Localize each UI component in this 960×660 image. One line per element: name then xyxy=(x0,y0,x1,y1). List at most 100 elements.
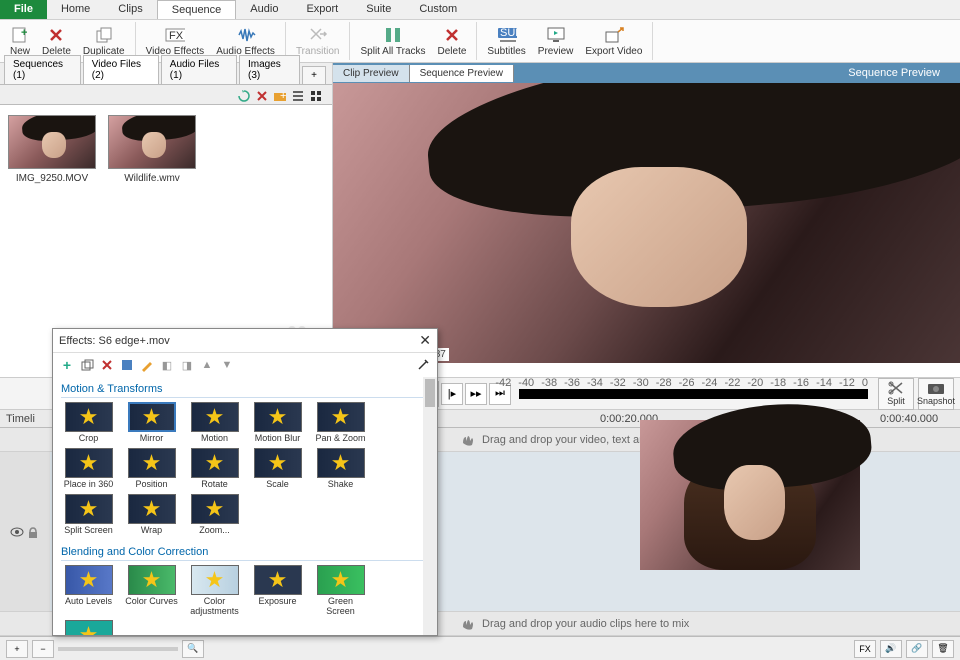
tab-add[interactable]: + xyxy=(302,66,326,84)
fx-toggle[interactable]: FX xyxy=(854,640,876,658)
trash-icon[interactable]: 🗑 xyxy=(932,640,954,658)
tab-sequence-preview[interactable]: Sequence Preview xyxy=(410,65,514,82)
remove-track-button[interactable]: − xyxy=(32,640,54,658)
effect-label: Pan & Zoom xyxy=(315,434,365,444)
star-icon: ★ xyxy=(205,450,225,476)
add-effect-icon[interactable]: + xyxy=(59,357,75,373)
effect-pan-zoom[interactable]: ★Pan & Zoom xyxy=(313,402,368,444)
zoom-slider[interactable] xyxy=(58,647,178,651)
effect-wrap[interactable]: ★Wrap xyxy=(124,494,179,536)
add-folder-icon[interactable]: + xyxy=(272,88,288,104)
effect-label: Mirror xyxy=(140,434,164,444)
tab-video-files[interactable]: Video Files (2) xyxy=(83,55,159,84)
effect-scale[interactable]: ★Scale xyxy=(250,448,305,490)
media-thumb[interactable]: IMG_9250.MOV xyxy=(8,115,96,184)
disabled-icon: ◧ xyxy=(159,357,175,373)
preview-canvas[interactable] xyxy=(333,83,960,363)
effect-crop[interactable]: ★Crop xyxy=(61,402,116,444)
menu-audio[interactable]: Audio xyxy=(236,0,292,19)
split-tool[interactable]: Split xyxy=(878,378,914,410)
refresh-icon[interactable] xyxy=(236,88,252,104)
effect-position[interactable]: ★Position xyxy=(124,448,179,490)
edit-effect-icon[interactable] xyxy=(139,357,155,373)
close-icon[interactable]: ✕ xyxy=(419,332,431,349)
menu-custom[interactable]: Custom xyxy=(405,0,471,19)
effects-grid-motion: ★Crop★Mirror★Motion★Motion Blur★Pan & Zo… xyxy=(61,402,429,536)
effect-color-adjustments[interactable]: ★Color adjustments xyxy=(187,565,242,617)
effect-mirror[interactable]: ★Mirror xyxy=(124,402,179,444)
tab-audio-files[interactable]: Audio Files (1) xyxy=(161,55,237,84)
hand-icon xyxy=(460,617,476,631)
menu-export[interactable]: Export xyxy=(292,0,352,19)
svg-text:+: + xyxy=(280,90,286,102)
down-icon[interactable]: ▼ xyxy=(219,357,235,373)
tab-images[interactable]: Images (3) xyxy=(239,55,300,84)
eye-icon[interactable] xyxy=(10,525,24,539)
effect-thumb: ★ xyxy=(191,448,239,478)
menu-suite[interactable]: Suite xyxy=(352,0,405,19)
effect-rotate[interactable]: ★ Rotate xyxy=(187,448,242,490)
effects-title-bar[interactable]: Effects: S6 edge+.mov ✕ xyxy=(53,329,437,353)
wand-icon[interactable] xyxy=(415,357,431,373)
effect-thumb: ★ xyxy=(65,565,113,595)
effect-motion-blur[interactable]: ★ Motion Blur xyxy=(250,402,305,444)
track-head[interactable] xyxy=(0,452,50,611)
next-frame-button[interactable]: ▸▸ xyxy=(465,383,487,405)
scrollbar[interactable] xyxy=(423,377,437,635)
effect-exposure[interactable]: ★Exposure xyxy=(250,565,305,617)
menu-file[interactable]: File xyxy=(0,0,47,19)
audio-fx-icon xyxy=(236,25,256,45)
effect-place-in-360[interactable]: ★ Place in 360 xyxy=(61,448,116,490)
menu-sequence[interactable]: Sequence xyxy=(157,0,237,19)
delete-effect-icon[interactable] xyxy=(99,357,115,373)
effect-split-screen[interactable]: ★Split Screen xyxy=(61,494,116,536)
zoom-btn[interactable]: 🔍 xyxy=(182,640,204,658)
plus-icon: + xyxy=(10,25,30,45)
media-pane: Sequences (1) Video Files (2) Audio File… xyxy=(0,63,333,363)
effect-shake[interactable]: ★ Shake xyxy=(313,448,368,490)
add-track-button[interactable]: + xyxy=(6,640,28,658)
snapshot-tool[interactable]: Snapshot xyxy=(918,378,954,410)
grid-icon[interactable] xyxy=(308,88,324,104)
menu-clips[interactable]: Clips xyxy=(104,0,156,19)
effect-green-screen[interactable]: ★Green Screen xyxy=(313,565,368,617)
up-icon[interactable]: ▲ xyxy=(199,357,215,373)
transition-icon xyxy=(308,25,328,45)
effect-motion[interactable]: ★Motion xyxy=(187,402,242,444)
effect-label: Exposure xyxy=(258,597,296,607)
list-icon[interactable] xyxy=(290,88,306,104)
speaker-icon[interactable]: 🔊 xyxy=(880,640,902,658)
split-all-button[interactable]: Split All Tracks xyxy=(354,22,431,60)
effect-thumb: ★ xyxy=(254,402,302,432)
effect-zoom-[interactable]: ★Zoom... xyxy=(187,494,242,536)
step-fwd-button[interactable]: |▸ xyxy=(441,383,463,405)
remove-icon[interactable] xyxy=(254,88,270,104)
media-toolbar: + xyxy=(0,85,332,105)
effect-thumb: ★ xyxy=(191,494,239,524)
delete2-button[interactable]: Delete xyxy=(432,22,473,60)
save-effect-icon[interactable] xyxy=(119,357,135,373)
timeline-clip[interactable] xyxy=(640,420,860,570)
effect-auto-levels[interactable]: ★Auto Levels xyxy=(61,565,116,617)
effect-label: Motion Blur xyxy=(255,434,301,444)
link-icon[interactable]: 🔗 xyxy=(906,640,928,658)
effect-hue[interactable]: ★Hue xyxy=(61,620,116,635)
tab-clip-preview[interactable]: Clip Preview xyxy=(333,65,410,82)
preview-button[interactable]: Preview xyxy=(532,22,580,60)
svg-text:SUB: SUB xyxy=(500,27,517,39)
scissors-icon xyxy=(888,381,904,395)
tab-sequences[interactable]: Sequences (1) xyxy=(4,55,81,84)
effect-label: Rotate xyxy=(201,480,228,490)
effect-color-curves[interactable]: ★Color Curves xyxy=(124,565,179,617)
export-video-button[interactable]: Export Video xyxy=(579,22,648,60)
star-icon: ★ xyxy=(331,450,351,476)
effect-label: Shake xyxy=(328,480,354,490)
scroll-thumb[interactable] xyxy=(425,379,435,407)
menu-home[interactable]: Home xyxy=(47,0,104,19)
lock-icon[interactable] xyxy=(26,525,40,539)
effect-thumb: ★ xyxy=(65,448,113,478)
copy-effect-icon[interactable] xyxy=(79,357,95,373)
effect-label: Place in 360 xyxy=(64,480,114,490)
subtitles-button[interactable]: SUB Subtitles xyxy=(481,22,531,60)
media-thumb[interactable]: Wildlife.wmv xyxy=(108,115,196,184)
